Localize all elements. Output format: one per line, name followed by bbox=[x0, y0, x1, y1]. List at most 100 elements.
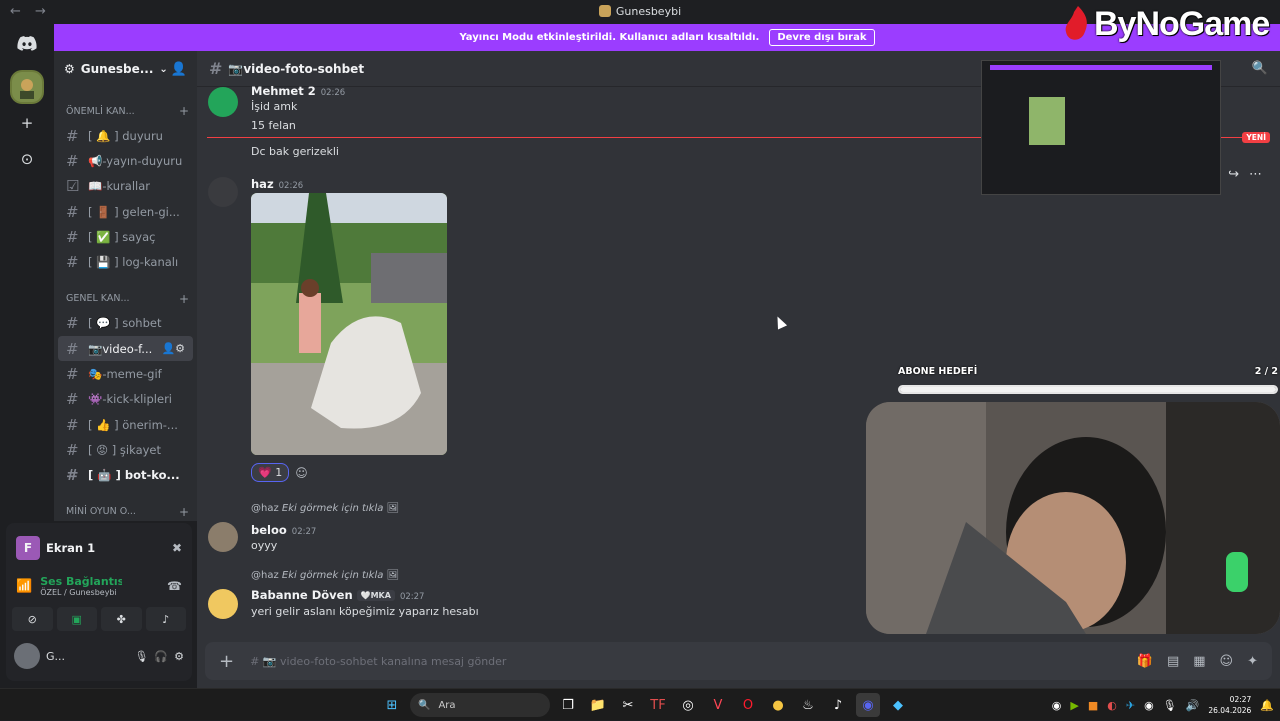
username[interactable]: G... bbox=[46, 650, 65, 663]
tf-icon[interactable]: TF bbox=[646, 693, 670, 717]
tray-app-icon[interactable]: ◉ bbox=[1052, 699, 1062, 712]
discord-taskbar-icon[interactable]: ◉ bbox=[856, 693, 880, 717]
volume-icon[interactable]: 🔊 bbox=[1186, 699, 1200, 712]
search-icon[interactable]: 🔍 bbox=[1252, 61, 1268, 76]
headphones-icon[interactable]: 🎧 bbox=[154, 650, 168, 663]
invite-people-icon[interactable]: 👤 bbox=[171, 62, 187, 77]
channel-label: 📖-kurallar bbox=[88, 179, 151, 194]
disconnect-icon[interactable]: ☎ bbox=[167, 579, 182, 593]
voice-buttons: ⊘ ▣ ✤ ♪ bbox=[6, 603, 192, 635]
taskbar-search[interactable]: 🔍 Ara bbox=[410, 693, 550, 717]
reaction-pill[interactable]: 💗 1 bbox=[251, 463, 290, 482]
flame-logo-icon bbox=[1065, 6, 1087, 40]
coin-icon[interactable]: ● bbox=[766, 693, 790, 717]
valorant-icon[interactable]: V bbox=[706, 693, 730, 717]
clock[interactable]: 02:27 26.04.2026 bbox=[1208, 694, 1251, 716]
channel-item-unread[interactable]: # [ 🤖 ] bot-ko... bbox=[58, 463, 193, 488]
notifications-icon[interactable]: 🔔 bbox=[1260, 699, 1274, 712]
channel-item[interactable]: # 📢-yayın-duyuru bbox=[58, 148, 193, 173]
discord-home-icon[interactable] bbox=[10, 26, 44, 60]
channel-item[interactable]: # [ 💾 ] log-kanalı bbox=[58, 249, 193, 274]
voice-connection: 📶 Ses Bağlantısı K ÖZEL / Gunesbeybi ☎ bbox=[6, 563, 192, 603]
file-explorer-icon[interactable]: 📁 bbox=[586, 693, 610, 717]
avatar[interactable] bbox=[208, 589, 238, 619]
telegram-icon[interactable]: ✈ bbox=[1126, 699, 1135, 712]
tray-orange-icon[interactable]: ■ bbox=[1088, 699, 1098, 712]
activities-icon[interactable]: ✤ bbox=[101, 607, 142, 631]
nvidia-icon[interactable]: ▶ bbox=[1070, 699, 1078, 712]
tray-discord-icon[interactable]: ◉ bbox=[1144, 699, 1154, 712]
channel-item[interactable]: # [ 🚪 ] gelen-gi... bbox=[58, 199, 193, 224]
gif-icon[interactable]: ▤ bbox=[1167, 654, 1179, 669]
rules-icon: ☑ bbox=[66, 177, 80, 196]
settings-gear-icon[interactable]: ⚙ bbox=[174, 650, 184, 663]
capcut-icon[interactable]: ✂ bbox=[616, 693, 640, 717]
add-channel-icon[interactable]: + bbox=[179, 505, 189, 519]
channel-item[interactable]: # [ 🔔 ] duyuru bbox=[58, 123, 193, 148]
add-server-icon[interactable]: + bbox=[10, 106, 44, 140]
more-icon[interactable]: ⋯ bbox=[1249, 167, 1262, 182]
subscriber-goal: ABONE HEDEFİ 2 / 2 bbox=[898, 366, 1278, 394]
guild-header[interactable]: ⚙ Gunesbe... ⌄ 👤 bbox=[54, 51, 197, 87]
forward-icon[interactable]: ↪ bbox=[1228, 167, 1239, 182]
channel-label: [ ✅ ] sayaç bbox=[88, 229, 156, 244]
avatar[interactable] bbox=[208, 87, 238, 117]
task-view-icon[interactable]: ❐ bbox=[556, 693, 580, 717]
screen-share-icon[interactable]: ▣ bbox=[56, 607, 97, 631]
reply-reference[interactable]: @haz Eki görmek için tıkla 🖼 bbox=[251, 503, 399, 514]
obs-icon[interactable]: ◎ bbox=[676, 693, 700, 717]
camera-off-icon[interactable]: ⊘ bbox=[12, 607, 53, 631]
channel-item[interactable]: # 🎭-meme-gif bbox=[58, 361, 193, 386]
add-channel-icon[interactable]: + bbox=[179, 104, 189, 118]
disable-streamer-mode-button[interactable]: Devre dışı bırak bbox=[769, 29, 875, 46]
category-general[interactable]: GENEL KAN... + bbox=[54, 287, 197, 311]
image-attachment[interactable] bbox=[251, 193, 447, 455]
message-actions: ↪ ⋯ bbox=[1228, 167, 1262, 182]
gift-icon[interactable]: 🎁 bbox=[1137, 654, 1153, 669]
emoji-icon[interactable]: ☺ bbox=[1220, 654, 1234, 669]
channel-item[interactable]: # [ 👍 ] önerim-... bbox=[58, 412, 193, 437]
category-important[interactable]: ÖNEMLİ KAN... + bbox=[54, 99, 197, 123]
soundboard-icon[interactable]: ♪ bbox=[145, 607, 186, 631]
message-input[interactable] bbox=[250, 654, 1137, 668]
channel-settings-icon[interactable]: 👤⚙ bbox=[161, 342, 185, 355]
channel-item[interactable]: ☑ 📖-kurallar bbox=[58, 174, 193, 199]
message-author[interactable]: haz 02:26 bbox=[251, 177, 303, 191]
add-attachment-icon[interactable]: + bbox=[219, 651, 234, 672]
explore-icon[interactable]: ⊙ bbox=[10, 142, 44, 176]
channel-label: [ 😡 ] şikayet bbox=[88, 442, 162, 457]
message-author[interactable]: beloo 02:27 bbox=[251, 523, 316, 537]
avatar[interactable] bbox=[208, 522, 238, 552]
steam-icon[interactable]: ♨ bbox=[796, 693, 820, 717]
add-channel-icon[interactable]: + bbox=[179, 292, 189, 306]
channel-item[interactable]: # [ ✅ ] sayaç bbox=[58, 224, 193, 249]
category-mini-game[interactable]: MİNİ OYUN O... + bbox=[54, 500, 197, 521]
connection-status[interactable]: Ses Bağlantısı K bbox=[40, 575, 122, 588]
avatar[interactable] bbox=[14, 643, 40, 669]
reply-reference[interactable]: @haz Eki görmek için tıkla 🖼 bbox=[251, 570, 399, 581]
add-reaction-icon[interactable]: ☺ bbox=[295, 466, 308, 480]
close-icon[interactable]: ✖ bbox=[172, 541, 182, 555]
opera-icon[interactable]: O bbox=[736, 693, 760, 717]
system-tray: ◉ ▶ ■ ◐ ✈ ◉ 🎙 🔊 02:27 26.04.2026 🔔 bbox=[1052, 689, 1280, 721]
microphone-icon[interactable]: 🎙 bbox=[134, 650, 148, 663]
server-gunesbeybi-icon[interactable] bbox=[10, 70, 44, 104]
app-icon[interactable]: ◆ bbox=[886, 693, 910, 717]
screen-share-row[interactable]: F Ekran 1 ✖ bbox=[6, 523, 192, 563]
tray-red-icon[interactable]: ◐ bbox=[1107, 699, 1117, 712]
channel-item[interactable]: # [ 😡 ] şikayet bbox=[58, 437, 193, 462]
message-author[interactable]: Mehmet 2 02:26 bbox=[251, 84, 345, 98]
tiktok-icon[interactable]: ♪ bbox=[826, 693, 850, 717]
timestamp: 02:26 bbox=[320, 88, 346, 98]
channel-item[interactable]: # [ 💬 ] sohbet bbox=[58, 311, 193, 336]
avatar[interactable] bbox=[208, 177, 238, 207]
message-text: oyyy bbox=[251, 539, 278, 552]
message-author[interactable]: Babanne Döven 🤍MKA 02:27 bbox=[251, 588, 424, 602]
sticker-icon[interactable]: ▦ bbox=[1193, 654, 1205, 669]
apps-icon[interactable]: ✦ bbox=[1247, 654, 1258, 669]
windows-start-icon[interactable]: ⊞ bbox=[380, 693, 404, 717]
channel-label: [ 🚪 ] gelen-gi... bbox=[88, 204, 180, 219]
channel-item[interactable]: # 👾-kick-klipleri bbox=[58, 387, 193, 412]
channel-item-active[interactable]: # 📷video-f... 👤⚙ bbox=[58, 336, 193, 362]
microphone-tray-icon[interactable]: 🎙 bbox=[1163, 699, 1177, 712]
